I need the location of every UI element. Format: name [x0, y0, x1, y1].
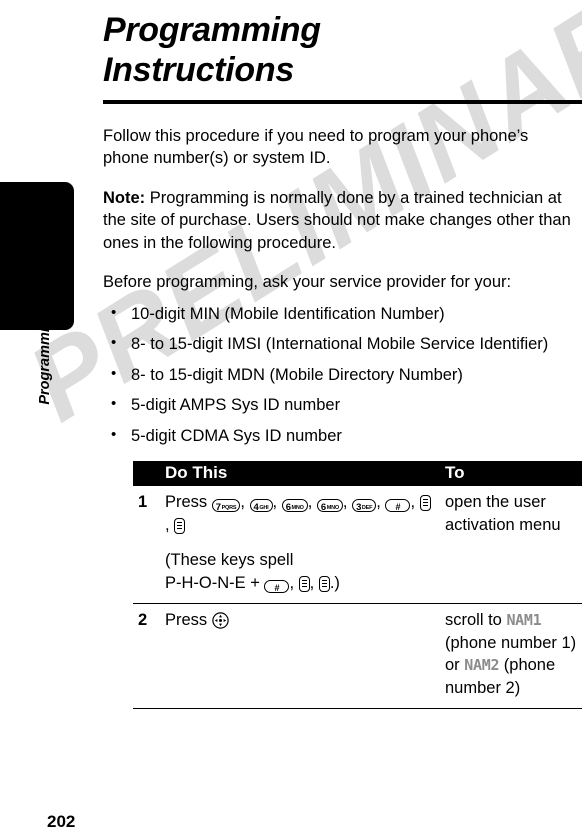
key-icon-7: 7PQRS [211, 499, 241, 513]
key-glyph-group [212, 611, 229, 629]
before-paragraph: Before programming, ask your service pro… [103, 273, 512, 292]
key-icon-hash: # [385, 499, 411, 513]
chapter-side-title: Programming Instructions [37, 223, 53, 405]
spelling-note-text: P-H-O-N-E + [165, 573, 265, 592]
page-title: Programming Instructions [103, 11, 321, 90]
step-1-key-sequence: Press 7PQRS, 4GHI, 6MNO, 6MNO, 3DEF, #, … [165, 491, 435, 536]
soft-key-icon [419, 495, 431, 512]
step-result: scroll to NAM1 (phone number 1) or NAM2 … [445, 603, 582, 709]
step-2-key-sequence: Press [165, 609, 435, 632]
key-icon-4: 4GHI [249, 499, 273, 513]
navigation-key-icon [212, 612, 229, 629]
note-label: Note: [103, 188, 146, 207]
list-item: 8- to 15-digit IMSI (International Mobil… [103, 332, 571, 356]
table-bottom-rule [133, 708, 582, 710]
press-label: Press [165, 493, 212, 512]
step-result: open the user activation menu [445, 493, 561, 534]
intro-paragraph: Follow this procedure if you need to pro… [103, 126, 529, 168]
key-icon-6: 6MNO [316, 499, 343, 513]
column-header-do-this: Do This [165, 461, 445, 487]
soft-key-icon [174, 517, 186, 534]
spelling-note-suffix: .) [329, 573, 340, 592]
requirements-list: 10-digit MIN (Mobile Identification Numb… [103, 302, 571, 448]
list-item: 5-digit AMPS Sys ID number [103, 393, 571, 417]
press-label: Press [165, 611, 212, 630]
soft-key-icon [298, 575, 310, 592]
note-text: Programming is normally done by a traine… [103, 188, 571, 252]
step-number: 2 [133, 603, 165, 709]
soft-key-icon [318, 575, 330, 592]
display-token: NAM2 [464, 656, 500, 675]
key-icon-hash: # [264, 579, 290, 593]
procedure-table: Do This To 1 Press 7PQRS, 4GHI, 6MNO, 6M… [133, 461, 582, 710]
list-item: 10-digit MIN (Mobile Identification Numb… [103, 302, 571, 326]
note-paragraph: Note: Programming is normally done by a … [103, 187, 571, 255]
key-glyph-group: #, , [264, 574, 330, 593]
result-text: scroll to [445, 611, 507, 630]
table-row: 2 Press scroll to NAM1 (phone number 1) … [133, 603, 582, 709]
list-item: 8- to 15-digit MDN (Mobile Directory Num… [103, 363, 571, 387]
step-instruction: Press 7PQRS, 4GHI, 6MNO, 6MNO, 3DEF, #, … [165, 486, 445, 604]
table-header-row: Do This To [133, 461, 582, 487]
title-rule [103, 100, 582, 104]
display-token: NAM1 [506, 611, 542, 630]
column-header-number [133, 461, 165, 487]
list-item: 5-digit CDMA Sys ID number [103, 424, 571, 448]
page-number: 202 [47, 812, 76, 831]
key-icon-3: 3DEF [352, 499, 377, 513]
step-1-spelling-note: (These keys spell P-H-O-N-E + #, , .) [165, 549, 435, 594]
table-row: 1 Press 7PQRS, 4GHI, 6MNO, 6MNO, 3DEF, #… [133, 486, 582, 604]
page-content: Programming Instructions Follow this pro… [103, 0, 582, 840]
spelling-note-prefix: (These keys spell [165, 551, 294, 570]
step-number: 1 [138, 493, 148, 512]
step-instruction: Press [165, 603, 445, 709]
column-header-to: To [445, 461, 582, 487]
key-icon-6: 6MNO [281, 499, 308, 513]
